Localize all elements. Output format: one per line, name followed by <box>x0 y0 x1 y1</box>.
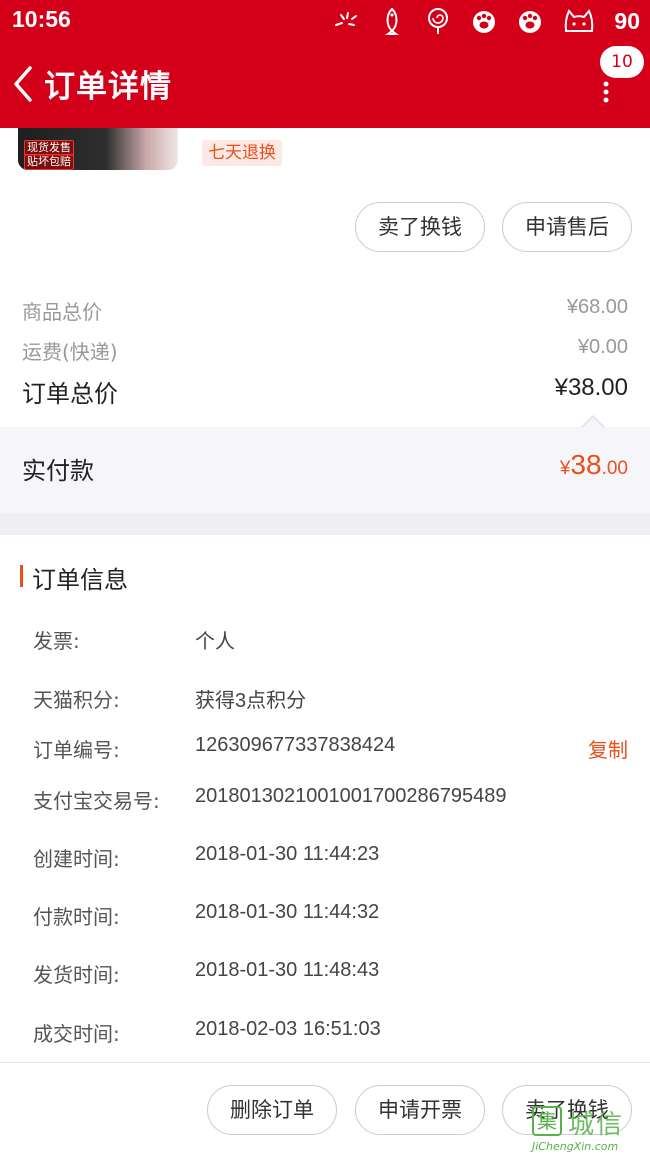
nav-bar: 订单详情 10 <box>0 42 650 128</box>
paw-icon <box>473 11 496 33</box>
info-value: 个人 <box>195 631 235 653</box>
section-accent-bar <box>20 565 23 587</box>
info-row-shipped-time: 发货时间: 2018-01-30 11:48:43 <box>0 959 650 989</box>
info-value: 获得3点积分 <box>195 690 307 712</box>
info-label: 天猫积分: <box>33 688 120 712</box>
info-value: 2018-01-30 11:48:43 <box>195 959 380 981</box>
status-time: 10:56 <box>12 6 71 32</box>
info-label: 付款时间: <box>33 905 120 929</box>
more-menu-icon[interactable] <box>600 80 612 104</box>
info-row-points: 天猫积分: 获得3点积分 <box>0 684 650 714</box>
after-sale-button[interactable]: 申请售后 <box>502 202 632 252</box>
product-strip: 现货发售 贴坏包赔 七天退换 <box>0 128 650 184</box>
info-row-paid-time: 付款时间: 2018-01-30 11:44:32 <box>0 901 650 931</box>
status-bar: 10:56 90 <box>0 0 650 42</box>
paid-amount-integer: 38 <box>570 449 602 480</box>
back-arrow-icon[interactable] <box>10 64 36 104</box>
info-value: 2018013021001001700286795489 <box>195 785 507 807</box>
paid-amount-decimal: .00 <box>601 458 628 479</box>
return-policy-tag: 七天退换 <box>202 140 282 166</box>
info-label: 支付宝交易号: <box>33 789 160 813</box>
product-thumbnail[interactable]: 现货发售 贴坏包赔 <box>18 128 178 170</box>
info-row-created-time: 创建时间: 2018-01-30 11:44:23 <box>0 843 650 873</box>
info-row-order-number: 订单编号: 126309677337838424 复制 <box>0 734 650 764</box>
info-value: 2018-02-03 16:51:03 <box>195 1018 381 1040</box>
delete-order-button[interactable]: 删除订单 <box>207 1085 337 1135</box>
cat-icon <box>565 9 594 32</box>
info-label: 创建时间: <box>33 847 120 871</box>
paid-amount: ¥38.00 <box>560 449 628 481</box>
order-info-header: 订单信息 <box>0 535 650 615</box>
request-invoice-button[interactable]: 申请开票 <box>355 1085 485 1135</box>
info-row-invoice: 发票: 个人 <box>0 625 650 655</box>
shipping-value: ¥0.00 <box>577 336 628 358</box>
watermark: 集 城信 JiChengXin.com <box>532 1104 644 1154</box>
copy-order-number-button[interactable]: 复制 <box>588 734 628 763</box>
status-icons: 90 <box>332 4 640 38</box>
sell-for-cash-button[interactable]: 卖了换钱 <box>355 202 485 252</box>
thumb-tag-guarantee: 贴坏包赔 <box>24 154 74 170</box>
page-title: 订单详情 <box>44 69 172 105</box>
shipping-label: 运费(快递) <box>22 340 118 364</box>
paid-amount-box: 实付款 ¥38.00 <box>0 427 650 513</box>
info-value: 126309677337838424 <box>195 734 396 756</box>
watermark-text: 城信 <box>568 1110 625 1140</box>
info-value: 2018-01-30 11:44:23 <box>195 843 380 865</box>
goods-total-label: 商品总价 <box>22 300 102 324</box>
info-label: 订单编号: <box>33 738 120 762</box>
currency-symbol: ¥ <box>559 458 571 479</box>
order-total-label: 订单总价 <box>22 380 118 408</box>
notification-icon <box>335 12 358 26</box>
order-total-value: ¥38.00 <box>554 374 628 401</box>
info-row-alipay-trade: 支付宝交易号: 2018013021001001700286795489 <box>0 785 650 815</box>
order-info-title: 订单信息 <box>32 566 128 594</box>
message-count-badge[interactable]: 10 <box>600 46 644 78</box>
info-label: 发票: <box>33 629 80 653</box>
info-row-deal-time: 成交时间: 2018-02-03 16:51:03 <box>0 1018 650 1048</box>
watermark-logo-icon: 集 <box>532 1106 562 1136</box>
info-value: 2018-01-30 11:44:32 <box>195 901 380 923</box>
battery-level: 90 <box>614 7 640 34</box>
fish-icon <box>385 7 400 35</box>
paw-icon <box>519 11 542 33</box>
section-divider <box>0 513 650 535</box>
info-label: 成交时间: <box>33 1022 120 1046</box>
lollipop-icon <box>428 8 449 34</box>
info-label: 发货时间: <box>33 963 120 987</box>
watermark-url: JiChengXin.com <box>532 1140 619 1153</box>
caret-up-icon <box>580 414 606 428</box>
goods-total-value: ¥68.00 <box>566 296 628 318</box>
paid-label: 实付款 <box>22 457 94 485</box>
